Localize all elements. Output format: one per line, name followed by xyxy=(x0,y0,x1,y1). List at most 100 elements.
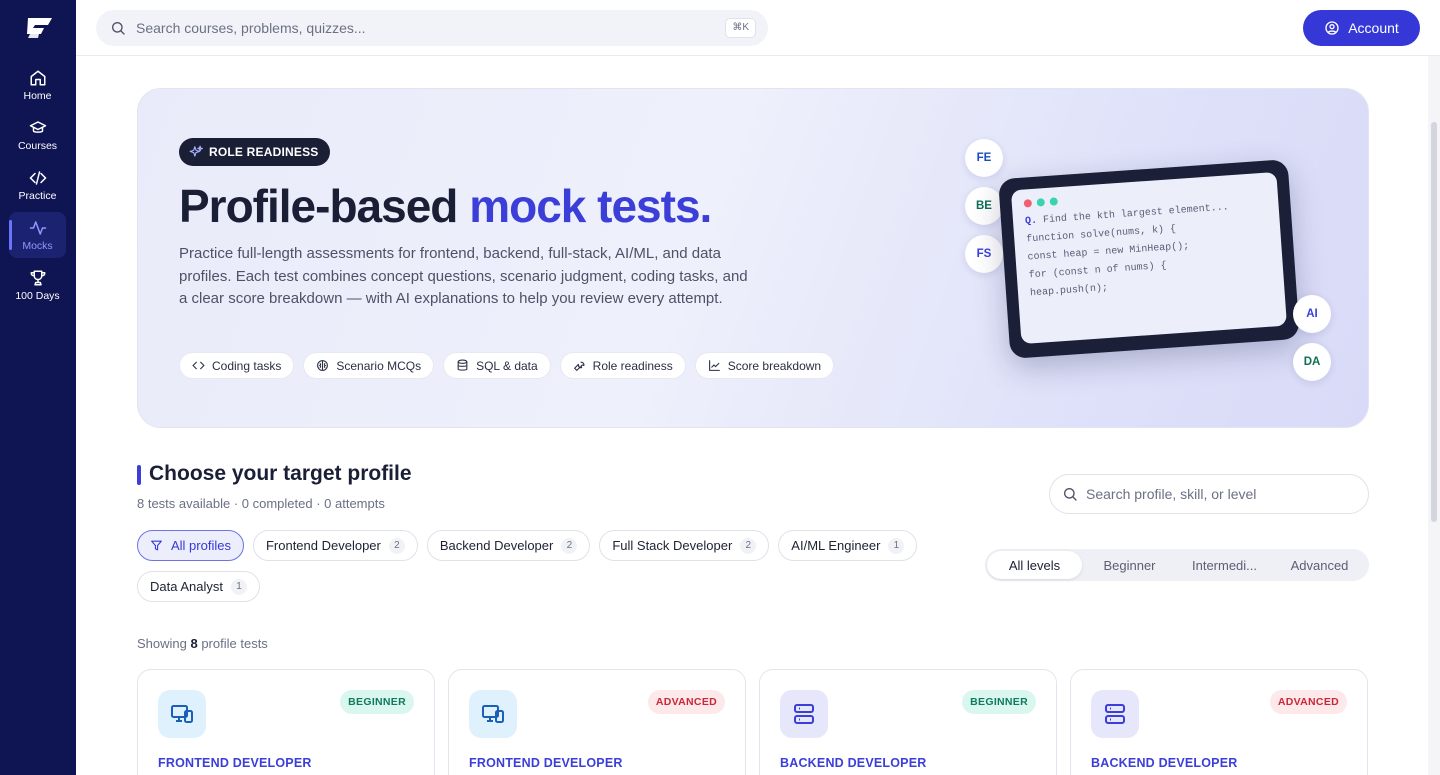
profile-bubble-fe: FE xyxy=(965,139,1003,177)
showing-count: 8 xyxy=(190,636,198,651)
search-placeholder: Search courses, problems, quizzes... xyxy=(136,20,366,36)
hero-banner: ROLE READINESS Profile-based mock tests.… xyxy=(137,88,1369,428)
filter-count: 2 xyxy=(388,537,405,554)
sidebar-item-label: 100 Days xyxy=(15,289,60,302)
code-icon xyxy=(192,361,205,370)
sparkles-icon xyxy=(189,145,203,157)
card-icon-tile xyxy=(158,690,206,738)
title-accent: mock tests. xyxy=(469,180,712,232)
sidebar-item-mocks[interactable]: Mocks xyxy=(9,212,66,258)
card-role: FRONTEND DEVELOPER xyxy=(158,756,312,770)
card-icon-tile xyxy=(780,690,828,738)
activity-icon xyxy=(29,220,46,235)
card-role: BACKEND DEVELOPER xyxy=(1091,756,1238,770)
server-icon xyxy=(794,704,814,724)
search-icon xyxy=(112,22,125,35)
profile-bubble-be: BE xyxy=(965,187,1003,225)
wrench-icon xyxy=(573,361,585,371)
filter-label: AI/ML Engineer xyxy=(791,538,881,553)
level-all[interactable]: All levels xyxy=(987,551,1082,579)
profile-test-card[interactable]: ADVANCED BACKEND DEVELOPER xyxy=(1070,669,1368,775)
section-title: Choose your target profile xyxy=(149,462,412,485)
sidebar: Home Courses Practice Mocks 100 Days xyxy=(0,0,76,775)
chip-role-readiness: Role readiness xyxy=(559,352,686,379)
badge-label: ROLE READINESS xyxy=(209,145,319,159)
chip-label: Score breakdown xyxy=(727,358,822,373)
sidebar-item-label: Home xyxy=(23,89,52,102)
profile-test-card[interactable]: ADVANCED FRONTEND DEVELOPER xyxy=(448,669,746,775)
account-button[interactable]: Account xyxy=(1303,10,1420,46)
filter-count: 1 xyxy=(231,578,247,595)
filter-full-stack-developer[interactable]: Full Stack Developer 2 xyxy=(599,530,770,561)
feature-chips: Coding tasks Scenario MCQs SQL & data Ro… xyxy=(179,352,835,379)
line-chart-icon xyxy=(708,360,720,371)
sidebar-item-home[interactable]: Home xyxy=(9,62,66,108)
monitor-icon xyxy=(171,705,193,723)
card-icon-tile xyxy=(469,690,517,738)
filter-all-profiles[interactable]: All profiles xyxy=(137,530,244,561)
code-preview-screen: Q. Find the kth largest element... funct… xyxy=(1010,171,1287,345)
profile-filters: All profiles Frontend Developer 2 Backen… xyxy=(137,530,927,602)
section-accent-bar xyxy=(137,465,141,485)
sidebar-item-courses[interactable]: Courses xyxy=(9,112,66,158)
filter-data-analyst[interactable]: Data Analyst 1 xyxy=(137,571,260,602)
filter-label: Full Stack Developer xyxy=(612,538,733,553)
profile-bubble-ai: AI xyxy=(1293,295,1331,333)
showing-suffix: profile tests xyxy=(197,636,268,651)
level-badge: ADVANCED xyxy=(647,690,725,714)
home-icon xyxy=(30,70,45,85)
scrollbar-thumb[interactable] xyxy=(1431,122,1437,522)
database-icon xyxy=(457,359,468,371)
card-role: BACKEND DEVELOPER xyxy=(780,756,927,770)
profile-search-input[interactable]: Search profile, skill, or level xyxy=(1049,474,1369,514)
section-subtitle: 8 tests available · 0 completed · 0 atte… xyxy=(137,496,385,511)
question-prefix: Q. xyxy=(1024,215,1038,228)
user-circle-icon xyxy=(1325,21,1339,35)
code-preview-card: Q. Find the kth largest element... funct… xyxy=(998,159,1300,359)
filter-label: Backend Developer xyxy=(439,538,554,553)
level-beginner[interactable]: Beginner xyxy=(1082,551,1177,579)
profile-bubble-fs: FS xyxy=(965,235,1003,273)
filter-ai-ml-engineer[interactable]: AI/ML Engineer 1 xyxy=(778,530,918,561)
chip-label: Scenario MCQs xyxy=(336,358,422,373)
title-plain: Profile-based xyxy=(179,180,470,232)
search-placeholder: Search profile, skill, or level xyxy=(1086,486,1257,502)
search-icon xyxy=(1064,488,1077,501)
hero-description: Practice full-length assessments for fro… xyxy=(179,245,748,307)
brain-icon xyxy=(317,360,329,371)
sidebar-item-100-days[interactable]: 100 Days xyxy=(9,262,66,308)
level-badge: BEGINNER xyxy=(340,690,414,714)
chip-label: Role readiness xyxy=(592,358,673,373)
profile-test-card[interactable]: BEGINNER BACKEND DEVELOPER xyxy=(759,669,1057,775)
chip-scenario-mcqs: Scenario MCQs xyxy=(303,352,435,379)
profile-bubble-da: DA xyxy=(1293,343,1331,381)
chip-label: Coding tasks xyxy=(212,358,282,373)
logo-icon[interactable] xyxy=(24,16,54,40)
filter-label: Data Analyst xyxy=(150,579,223,594)
role-readiness-badge: ROLE READINESS xyxy=(179,138,331,166)
filter-count: 1 xyxy=(888,537,905,554)
level-segmented-control: All levels Beginner Intermedi... Advance… xyxy=(985,549,1369,581)
filter-icon xyxy=(151,540,162,551)
level-badge: ADVANCED xyxy=(1269,690,1347,714)
showing-prefix: Showing xyxy=(137,636,191,651)
sidebar-item-practice[interactable]: Practice xyxy=(9,162,66,208)
graduation-cap-icon xyxy=(29,120,46,133)
trophy-icon xyxy=(30,270,45,285)
level-advanced[interactable]: Advanced xyxy=(1272,551,1367,579)
filter-label: Frontend Developer xyxy=(265,538,381,553)
sidebar-item-label: Practice xyxy=(18,189,57,202)
filter-count: 2 xyxy=(561,537,578,554)
sidebar-item-label: Mocks xyxy=(22,239,53,252)
top-bar: Search courses, problems, quizzes... ⌘K … xyxy=(76,0,1440,56)
filter-backend-developer[interactable]: Backend Developer 2 xyxy=(426,530,591,561)
scrollbar[interactable] xyxy=(1428,56,1440,775)
card-role: FRONTEND DEVELOPER xyxy=(469,756,623,770)
page-title: Profile-based mock tests. xyxy=(179,179,712,233)
profile-test-card[interactable]: BEGINNER FRONTEND DEVELOPER xyxy=(137,669,435,775)
level-intermediate[interactable]: Intermedi... xyxy=(1177,551,1272,579)
global-search-input[interactable]: Search courses, problems, quizzes... ⌘K xyxy=(96,10,768,46)
account-label: Account xyxy=(1348,20,1399,36)
filter-frontend-developer[interactable]: Frontend Developer 2 xyxy=(252,530,418,561)
monitor-icon xyxy=(482,705,504,723)
